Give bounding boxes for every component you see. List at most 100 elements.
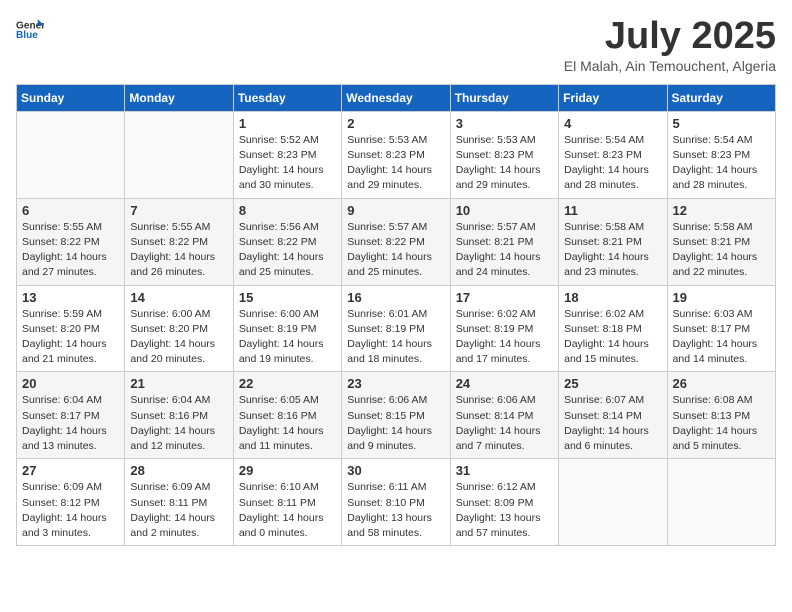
day-info: Sunrise: 6:06 AMSunset: 8:14 PMDaylight:… bbox=[456, 393, 553, 454]
day-info: Sunrise: 5:56 AMSunset: 8:22 PMDaylight:… bbox=[239, 220, 336, 281]
calendar-weekday-saturday: Saturday bbox=[667, 84, 775, 111]
day-number: 12 bbox=[673, 203, 770, 218]
day-number: 19 bbox=[673, 290, 770, 305]
day-info: Sunrise: 5:52 AMSunset: 8:23 PMDaylight:… bbox=[239, 133, 336, 194]
calendar-weekday-monday: Monday bbox=[125, 84, 233, 111]
page-subtitle: El Malah, Ain Temouchent, Algeria bbox=[564, 58, 776, 74]
day-info: Sunrise: 5:55 AMSunset: 8:22 PMDaylight:… bbox=[130, 220, 227, 281]
calendar-weekday-friday: Friday bbox=[559, 84, 667, 111]
calendar-cell: 23 Sunrise: 6:06 AMSunset: 8:15 PMDayligh… bbox=[342, 372, 450, 459]
day-info: Sunrise: 6:06 AMSunset: 8:15 PMDaylight:… bbox=[347, 393, 444, 454]
day-info: Sunrise: 6:08 AMSunset: 8:13 PMDaylight:… bbox=[673, 393, 770, 454]
calendar-cell: 16 Sunrise: 6:01 AMSunset: 8:19 PMDayligh… bbox=[342, 285, 450, 372]
day-number: 6 bbox=[22, 203, 119, 218]
day-number: 28 bbox=[130, 463, 227, 478]
day-info: Sunrise: 6:05 AMSunset: 8:16 PMDaylight:… bbox=[239, 393, 336, 454]
calendar-cell: 20 Sunrise: 6:04 AMSunset: 8:17 PMDayligh… bbox=[17, 372, 125, 459]
day-info: Sunrise: 5:58 AMSunset: 8:21 PMDaylight:… bbox=[564, 220, 661, 281]
calendar-cell: 28 Sunrise: 6:09 AMSunset: 8:11 PMDayligh… bbox=[125, 459, 233, 546]
day-info: Sunrise: 6:00 AMSunset: 8:19 PMDaylight:… bbox=[239, 307, 336, 368]
day-info: Sunrise: 5:59 AMSunset: 8:20 PMDaylight:… bbox=[22, 307, 119, 368]
day-number: 29 bbox=[239, 463, 336, 478]
day-info: Sunrise: 6:02 AMSunset: 8:19 PMDaylight:… bbox=[456, 307, 553, 368]
calendar-cell: 1 Sunrise: 5:52 AMSunset: 8:23 PMDaylight… bbox=[233, 111, 341, 198]
day-number: 9 bbox=[347, 203, 444, 218]
calendar-cell: 24Sunrise: 6:06 AMSunset: 8:14 PMDayligh… bbox=[450, 372, 558, 459]
calendar-weekday-wednesday: Wednesday bbox=[342, 84, 450, 111]
calendar-weekday-sunday: Sunday bbox=[17, 84, 125, 111]
day-number: 22 bbox=[239, 376, 336, 391]
page-title: July 2025 bbox=[564, 16, 776, 58]
day-number: 31 bbox=[456, 463, 553, 478]
day-number: 16 bbox=[347, 290, 444, 305]
day-number: 20 bbox=[22, 376, 119, 391]
calendar-cell: 7 Sunrise: 5:55 AMSunset: 8:22 PMDaylight… bbox=[125, 198, 233, 285]
day-number: 13 bbox=[22, 290, 119, 305]
calendar-table: SundayMondayTuesdayWednesdayThursdayFrid… bbox=[16, 84, 776, 546]
day-info: Sunrise: 6:12 AMSunset: 8:09 PMDaylight:… bbox=[456, 480, 553, 541]
calendar-cell: 5Sunrise: 5:54 AMSunset: 8:23 PMDaylight… bbox=[667, 111, 775, 198]
calendar-week-row: 13 Sunrise: 5:59 AMSunset: 8:20 PMDayligh… bbox=[17, 285, 776, 372]
day-info: Sunrise: 6:09 AMSunset: 8:11 PMDaylight:… bbox=[130, 480, 227, 541]
calendar-cell: 14Sunrise: 6:00 AMSunset: 8:20 PMDayligh… bbox=[125, 285, 233, 372]
calendar-cell: 25Sunrise: 6:07 AMSunset: 8:14 PMDayligh… bbox=[559, 372, 667, 459]
logo: General Blue bbox=[16, 16, 44, 44]
calendar-header-row: SundayMondayTuesdayWednesdayThursdayFrid… bbox=[17, 84, 776, 111]
calendar-cell: 21 Sunrise: 6:04 AMSunset: 8:16 PMDayligh… bbox=[125, 372, 233, 459]
day-number: 8 bbox=[239, 203, 336, 218]
day-info: Sunrise: 6:11 AMSunset: 8:10 PMDaylight:… bbox=[347, 480, 444, 541]
calendar-cell: 2Sunrise: 5:53 AMSunset: 8:23 PMDaylight… bbox=[342, 111, 450, 198]
calendar-cell: 6 Sunrise: 5:55 AMSunset: 8:22 PMDaylight… bbox=[17, 198, 125, 285]
calendar-weekday-tuesday: Tuesday bbox=[233, 84, 341, 111]
calendar-cell: 4Sunrise: 5:54 AMSunset: 8:23 PMDaylight… bbox=[559, 111, 667, 198]
svg-text:Blue: Blue bbox=[16, 30, 38, 41]
day-info: Sunrise: 5:53 AMSunset: 8:23 PMDaylight:… bbox=[347, 133, 444, 194]
title-area: July 2025 El Malah, Ain Temouchent, Alge… bbox=[564, 16, 776, 74]
day-info: Sunrise: 5:54 AMSunset: 8:23 PMDaylight:… bbox=[673, 133, 770, 194]
day-info: Sunrise: 6:10 AMSunset: 8:11 PMDaylight:… bbox=[239, 480, 336, 541]
calendar-cell: 30Sunrise: 6:11 AMSunset: 8:10 PMDayligh… bbox=[342, 459, 450, 546]
day-number: 23 bbox=[347, 376, 444, 391]
calendar-cell bbox=[125, 111, 233, 198]
header: General Blue July 2025 El Malah, Ain Tem… bbox=[16, 16, 776, 74]
day-info: Sunrise: 6:04 AMSunset: 8:16 PMDaylight:… bbox=[130, 393, 227, 454]
calendar-cell bbox=[559, 459, 667, 546]
day-number: 26 bbox=[673, 376, 770, 391]
calendar-cell: 17Sunrise: 6:02 AMSunset: 8:19 PMDayligh… bbox=[450, 285, 558, 372]
day-info: Sunrise: 5:57 AMSunset: 8:21 PMDaylight:… bbox=[456, 220, 553, 281]
calendar-cell: 27 Sunrise: 6:09 AMSunset: 8:12 PMDayligh… bbox=[17, 459, 125, 546]
day-number: 10 bbox=[456, 203, 553, 218]
day-number: 15 bbox=[239, 290, 336, 305]
calendar-cell: 19 Sunrise: 6:03 AMSunset: 8:17 PMDayligh… bbox=[667, 285, 775, 372]
day-info: Sunrise: 5:55 AMSunset: 8:22 PMDaylight:… bbox=[22, 220, 119, 281]
logo-icon: General Blue bbox=[16, 16, 44, 44]
day-number: 7 bbox=[130, 203, 227, 218]
day-info: Sunrise: 6:01 AMSunset: 8:19 PMDaylight:… bbox=[347, 307, 444, 368]
day-number: 18 bbox=[564, 290, 661, 305]
day-number: 21 bbox=[130, 376, 227, 391]
calendar-cell: 15 Sunrise: 6:00 AMSunset: 8:19 PMDayligh… bbox=[233, 285, 341, 372]
calendar-cell: 9 Sunrise: 5:57 AMSunset: 8:22 PMDaylight… bbox=[342, 198, 450, 285]
day-info: Sunrise: 5:57 AMSunset: 8:22 PMDaylight:… bbox=[347, 220, 444, 281]
day-number: 1 bbox=[239, 116, 336, 131]
calendar-cell: 18 Sunrise: 6:02 AMSunset: 8:18 PMDayligh… bbox=[559, 285, 667, 372]
calendar-cell: 11Sunrise: 5:58 AMSunset: 8:21 PMDayligh… bbox=[559, 198, 667, 285]
calendar-cell: 10 Sunrise: 5:57 AMSunset: 8:21 PMDayligh… bbox=[450, 198, 558, 285]
calendar-week-row: 6 Sunrise: 5:55 AMSunset: 8:22 PMDaylight… bbox=[17, 198, 776, 285]
calendar-cell bbox=[17, 111, 125, 198]
day-info: Sunrise: 6:03 AMSunset: 8:17 PMDaylight:… bbox=[673, 307, 770, 368]
day-number: 27 bbox=[22, 463, 119, 478]
calendar-cell: 12Sunrise: 5:58 AMSunset: 8:21 PMDayligh… bbox=[667, 198, 775, 285]
calendar-cell: 13 Sunrise: 5:59 AMSunset: 8:20 PMDayligh… bbox=[17, 285, 125, 372]
day-info: Sunrise: 6:04 AMSunset: 8:17 PMDaylight:… bbox=[22, 393, 119, 454]
day-info: Sunrise: 6:07 AMSunset: 8:14 PMDaylight:… bbox=[564, 393, 661, 454]
calendar-week-row: 1 Sunrise: 5:52 AMSunset: 8:23 PMDaylight… bbox=[17, 111, 776, 198]
day-info: Sunrise: 5:53 AMSunset: 8:23 PMDaylight:… bbox=[456, 133, 553, 194]
day-number: 14 bbox=[130, 290, 227, 305]
day-info: Sunrise: 6:02 AMSunset: 8:18 PMDaylight:… bbox=[564, 307, 661, 368]
day-info: Sunrise: 6:09 AMSunset: 8:12 PMDaylight:… bbox=[22, 480, 119, 541]
day-number: 3 bbox=[456, 116, 553, 131]
day-info: Sunrise: 5:54 AMSunset: 8:23 PMDaylight:… bbox=[564, 133, 661, 194]
calendar-cell: 29 Sunrise: 6:10 AMSunset: 8:11 PMDayligh… bbox=[233, 459, 341, 546]
calendar-cell bbox=[667, 459, 775, 546]
